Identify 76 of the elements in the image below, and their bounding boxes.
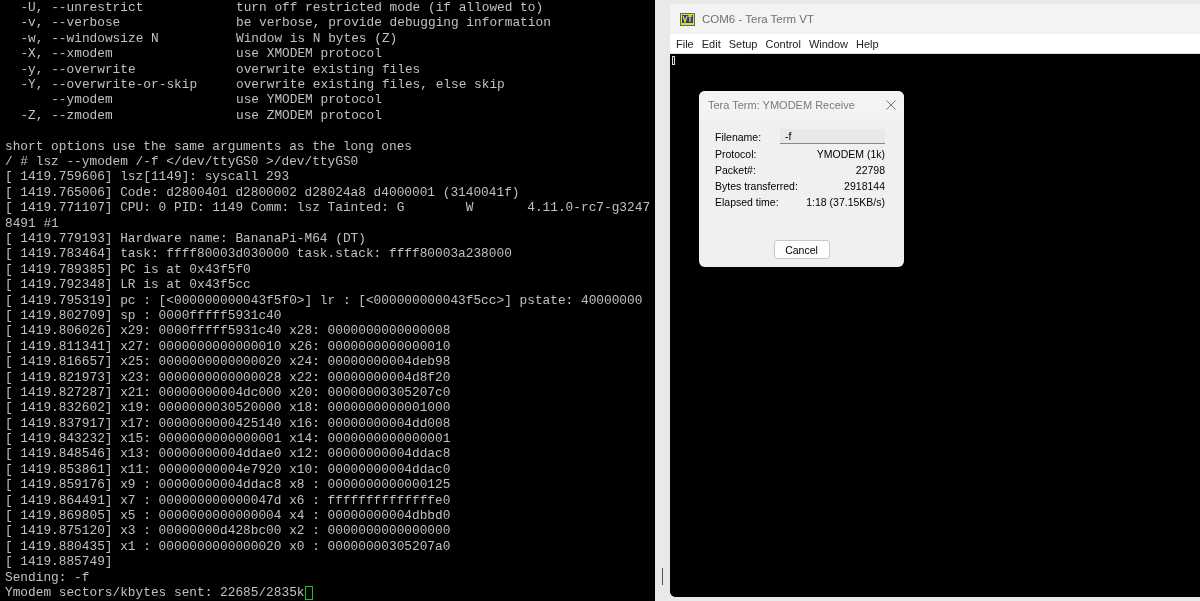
long-option-text: --overwrite-or-skip: [51, 77, 198, 93]
long-option-text: --windowsize N: [51, 30, 159, 47]
terminal-line: [ 1419.848546] x13: 00000000004ddae0 x12: 00000000004ddac8: [5, 446, 451, 462]
terminal-line: [ 1419.771107] CPU: 0 PID: 1149 Comm: lsz Tainted: G W 4.11.0-rc7-g3247: [5, 200, 651, 216]
menu-item[interactable]: File: [674, 37, 700, 50]
option-description: use ZMODEM protocol: [236, 107, 382, 124]
field-value: YMODEM (1k): [816, 147, 885, 160]
field-value: 1:18 (37.15KB/s): [806, 195, 885, 208]
option-description: overwrite existing files, else skip: [236, 77, 505, 93]
terminal-line: [ 1419.880435] x1 : 0000000000000020 x0 : 00000000305207a0: [5, 538, 451, 555]
field-value: 2918144: [844, 179, 885, 192]
menu-item[interactable]: Control: [763, 37, 807, 50]
app-logo-icon: [680, 12, 695, 26]
short-option-text: -Z,: [20, 107, 44, 124]
short-option-text: -v,: [20, 15, 44, 31]
short-option-text: -X,: [20, 46, 44, 62]
terminal-line: [ 1419.779193] Hardware name: BananaPi-M64 (DT): [5, 231, 366, 247]
short-option-text: -Y,: [20, 77, 44, 93]
long-option-text: --xmodem: [51, 46, 113, 62]
long-option-text: --verbose: [51, 15, 121, 31]
terminal-line: [ 1419.837917] x17: 0000000000425140 x16: 00000000004dd008: [5, 415, 451, 432]
menu-item[interactable]: Window: [806, 37, 855, 50]
window-title: COM6 - Tera Term VT: [702, 13, 815, 25]
field-label: Bytes transferred:: [715, 179, 798, 192]
option-description: overwrite existing files: [236, 61, 421, 78]
dialog-title: Tera Term: YMODEM Receive: [708, 99, 855, 111]
menu-item[interactable]: Setup: [726, 37, 764, 50]
long-option-text: --ymodem: [51, 92, 113, 108]
terminal-line: [ 1419.816657] x25: 0000000000000020 x24: 00000000004deb98: [5, 354, 451, 370]
option-description: turn off restricted mode (if allowed to): [236, 0, 544, 16]
terminal-line: [ 1419.832602] x19: 0000000030520000 x18: 0000000000001000: [5, 400, 451, 416]
cancel-button[interactable]: Cancel: [773, 240, 830, 259]
terminal-line: [ 1419.843232] x15: 0000000000000001 x14: 0000000000000001: [5, 431, 451, 447]
terminal-line: 8491 #1: [5, 215, 59, 231]
terminal-line: [ 1419.802709] sp : 0000fffff5931c40: [5, 307, 282, 324]
menu-item[interactable]: Help: [854, 37, 885, 50]
terminal-line: [ 1419.795319] pc : [<000000000043f5f0>] lr : [<000000000043f5cc>] pstate: 40000000: [5, 292, 643, 308]
close-icon[interactable]: [886, 100, 896, 110]
terminal-line: [ 1419.875120] x3 : 00000000d428bc00 x2 : 0000000000000000: [5, 523, 451, 539]
terminal-line: Sending: -f: [5, 569, 90, 585]
terminal-line: [ 1419.765006] Code: d2800401 d2800002 d28024a8 d4000001 (3140041f): [5, 184, 520, 201]
long-option-text: --zmodem: [51, 107, 113, 124]
terminal-line: [ 1419.827287] x21: 00000000004dc000 x20: 00000000305207c0: [5, 384, 451, 401]
cursor-icon: [672, 56, 675, 65]
terminal-line: short options use the same arguments as the long ones: [5, 138, 412, 155]
field-label: Protocol:: [715, 147, 757, 160]
terminal-line: [ 1419.759606] lsz[1149]: syscall 293: [5, 169, 290, 185]
terminal-line: / # lsz --ymodem /-f </dev/ttyGS0 >/dev/ttyGS0: [5, 154, 359, 170]
short-option-text: -y,: [20, 61, 44, 78]
terminal-line: [ 1419.811341] x27: 0000000000000010 x26: 0000000000000010: [5, 338, 451, 355]
option-description: Window is N bytes (Z): [236, 30, 398, 47]
terminal-line: [ 1419.853861] x11: 00000000004e7920 x10: 00000000004ddac0: [5, 461, 451, 478]
cursor-icon: [304, 585, 313, 600]
option-description: use XMODEM protocol: [236, 46, 382, 62]
menu-item[interactable]: Edit: [699, 37, 727, 50]
long-option-text: --overwrite: [51, 61, 136, 78]
short-option-text: -U,: [20, 0, 44, 16]
field-label: Elapsed time:: [715, 195, 779, 208]
terminal-line: [ 1419.885749]: [5, 554, 113, 570]
terminal-line: [ 1419.783464] task: ffff80003d030000 task.stack: ffff80003a238000: [5, 246, 512, 262]
terminal-line: [ 1419.869805] x5 : 0000000000000004 x4 : 00000000004dbbd0: [5, 508, 451, 524]
terminal-line: [ 1419.789385] PC is at 0x43f5f0: [5, 261, 251, 278]
option-description: use YMODEM protocol: [236, 92, 382, 108]
terminal-line: [ 1419.806026] x29: 0000fffff5931c40 x28: 0000000000000008: [5, 323, 451, 339]
terminal-line: Ymodem sectors/kbytes sent: 22685/2835k: [5, 584, 305, 601]
terminal-line: [ 1419.859176] x9 : 00000000004ddac8 x8 : 0000000000000125: [5, 477, 451, 493]
terminal-line: [ 1419.792348] LR is at 0x43f5cc: [5, 277, 251, 293]
filename-field: -f: [780, 129, 885, 144]
short-option-text: -w,: [20, 30, 44, 47]
field-label: Packet#:: [715, 163, 756, 176]
field-label: Filename:: [715, 130, 763, 143]
terminal-line: [ 1419.864491] x7 : 000000000000047d x6 : ffffffffffffffe0: [5, 492, 451, 509]
long-option-text: --unrestrict: [51, 0, 144, 16]
terminal-line: [ 1419.821973] x23: 0000000000000028 x22: 00000000004d8f20: [5, 369, 451, 385]
field-value: 22798: [855, 163, 885, 176]
option-description: be verbose, provide debugging information: [236, 15, 551, 31]
